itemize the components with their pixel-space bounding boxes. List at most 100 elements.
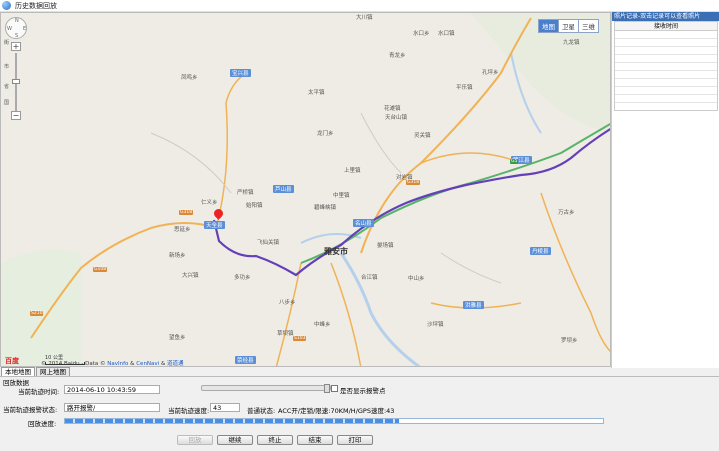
speed-label: 当前轨迹速度: [168,407,210,415]
table-row[interactable] [615,79,717,87]
place-label: 仁义乡 [201,200,218,206]
time-label: 当前轨迹时间: [18,388,60,396]
city-label: 宝兴县 [230,69,251,77]
photo-record-table[interactable]: 接收时间 [614,21,718,111]
title-bar: 历史数据回放 [0,0,719,12]
baidu-logo: 百度 [5,356,19,366]
place-label: 天台山镇 [385,115,408,121]
place-label: 孔坪乡 [482,70,499,76]
table-row[interactable] [615,39,717,47]
pan-north[interactable]: N [15,18,19,24]
end-button[interactable]: 结束 [297,435,333,445]
map-view[interactable]: N S W E + − 街 市 省 国 地图 卫星 三维 天全县 芦山县 宝兴县… [0,12,611,367]
alarm-status-field: 路开报警/ [64,403,160,412]
tab-online-map[interactable]: 网上地图 [36,367,70,376]
table-row[interactable] [615,95,717,103]
place-label: 九龙镇 [563,40,580,46]
map-type-satellite[interactable]: 卫星 [558,20,578,32]
place-label: 草坝镇 [277,331,294,337]
place-label: 平乐镇 [456,85,473,91]
column-header-receive-time[interactable]: 接收时间 [615,22,717,31]
place-label: 万古乡 [558,210,575,216]
pan-west[interactable]: W [7,26,12,32]
table-row[interactable] [615,31,717,39]
window-title: 历史数据回放 [15,1,57,10]
place-label: 合江镇 [361,275,378,281]
continue-button[interactable]: 继续 [217,435,253,445]
place-label: 龙门乡 [317,131,334,137]
map-type-map[interactable]: 地图 [539,20,558,32]
place-label: 花滩镇 [384,106,401,112]
place-label: 晏场镇 [377,243,394,249]
playback-panel: 回放数据 当前轨迹时间: 2014-06-10 10:43:59 是否显示报警点… [0,376,719,451]
road-shield: G318 [179,210,194,215]
table-row[interactable] [615,87,717,95]
city-label: 天全县 [204,221,225,229]
time-field: 2014-06-10 10:43:59 [64,385,160,394]
progress-label: 回放进度: [28,420,57,428]
show-alarm-checkbox[interactable] [331,385,338,392]
photo-record-panel: 照片记录-双击记录可以查看照片 接收时间 [611,12,719,368]
stop-button[interactable]: 终止 [257,435,293,445]
road-shield: G108 [93,267,108,272]
state-value: ACC开/定锁/限速:70KM/H/GPS速度:43 [278,407,395,415]
table-row[interactable] [615,71,717,79]
place-label: 青龙乡 [389,53,406,59]
main-city-label: 雅安市 [324,247,348,256]
place-label: 新场乡 [169,253,186,259]
slider-knob[interactable] [324,384,330,393]
map-type-3d[interactable]: 三维 [578,20,598,32]
table-row[interactable] [615,47,717,55]
place-label: 始阳镇 [246,203,263,209]
table-row[interactable] [615,63,717,71]
place-label: 凤鸣乡 [181,75,198,81]
place-label: 中山乡 [408,276,425,282]
playback-speed-slider[interactable] [201,384,331,393]
place-label: 飞仙关镇 [257,240,280,246]
show-alarm-label: 是否显示报警点 [340,387,386,395]
state-label: 普通状态: [247,407,276,415]
progress-fill [65,419,399,423]
road-shield: S210 [30,311,44,316]
print-button[interactable]: 打印 [337,435,373,445]
photo-panel-header: 照片记录-双击记录可以查看照片 [612,12,719,21]
playback-progress-bar [64,418,604,424]
zoom-in-button[interactable]: + [11,42,21,51]
copyright-link[interactable]: NavInfo [107,361,128,366]
pan-south[interactable]: S [15,33,18,39]
place-label: 沙坪镇 [427,322,444,328]
copyright-link[interactable]: CenNavi [136,361,159,366]
speed-field: 43 [210,403,240,412]
zoom-out-button[interactable]: − [11,111,21,120]
map-source-tabs: 本地地图 网上地图 [1,367,71,376]
tab-local-map[interactable]: 本地地图 [1,367,35,376]
map-canvas [1,13,610,366]
copyright-link[interactable]: 道道通 [167,361,184,366]
place-label: 八步乡 [279,300,296,306]
place-label: 水口乡 [413,31,430,37]
place-label: 多功乡 [234,275,251,281]
place-label: 中峰乡 [314,322,331,328]
place-label: 大兴镇 [182,273,199,279]
city-label: 芦山县 [273,185,294,193]
place-label: 大川镇 [356,15,373,21]
place-label: 望鱼乡 [169,335,186,341]
zoom-label-street: 街 [4,40,10,46]
road-shield: G318 [406,180,421,185]
pan-east[interactable]: E [23,26,26,32]
zoom-label-province: 省 [4,84,10,90]
zoom-label-country: 国 [4,100,10,106]
pan-control[interactable]: N S W E [5,17,27,39]
place-label: 水口镇 [438,31,455,37]
replay-button[interactable]: 回放 [177,435,213,445]
place-label: 严桥镇 [237,190,254,196]
map-copyright: © 2014 Baidu - Data © NavInfo & CenNavi … [41,361,184,367]
road-shield: S103 [293,336,307,341]
zoom-slider-thumb[interactable] [12,79,20,84]
table-row[interactable] [615,55,717,63]
map-type-switch[interactable]: 地图 卫星 三维 [538,19,599,33]
place-label: 罗坝乡 [561,338,578,344]
city-label: 丹棱县 [530,247,551,255]
place-label: 太平镇 [308,90,325,96]
baidu-logo-text: 百度 [5,357,19,365]
